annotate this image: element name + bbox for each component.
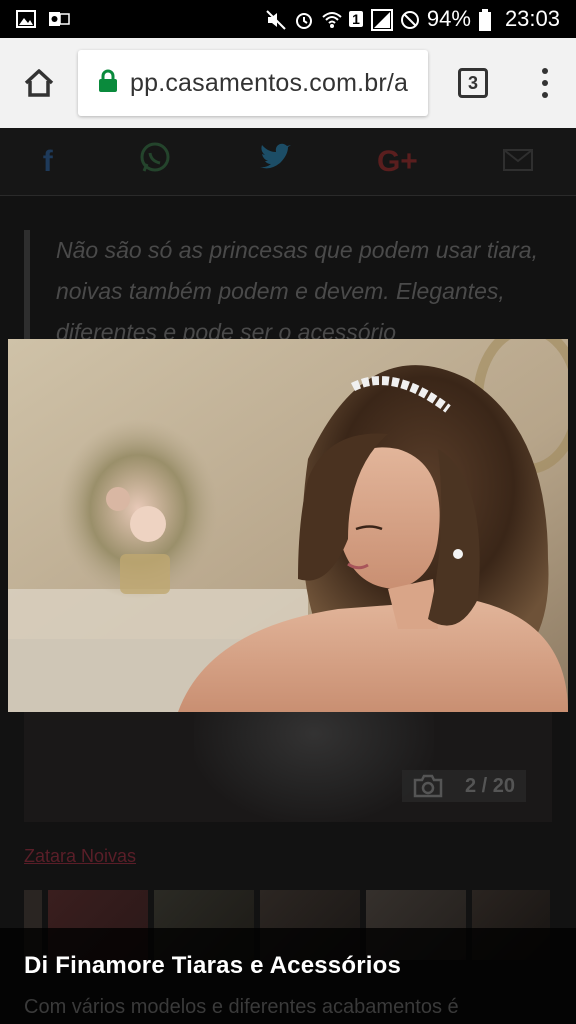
twitter-icon[interactable] [258,143,292,181]
googleplus-icon[interactable]: G+ [377,145,418,179]
menu-dot [542,92,548,98]
photo-shadow [194,696,434,822]
article-quote: Não são só as princesas que podem usar t… [24,230,554,353]
status-bar: 1 94% 23:03 [0,0,576,38]
email-icon[interactable] [503,145,534,179]
tab-switcher-button[interactable]: 3 [458,68,488,98]
camera-icon [413,774,443,798]
gallery-notification-icon [16,9,36,29]
sim-icon: 1 [349,11,363,27]
battery-icon [478,9,491,31]
caption-title: Di Finamore Tiaras e Acessórios [24,952,402,979]
overflow-menu-button[interactable] [540,68,550,98]
address-bar[interactable]: pp.casamentos.com.br/a [78,50,428,116]
caption-text: Com vários modelos e diferentes acabamen… [24,996,459,1018]
photo-counter-text: 2 / 20 [464,774,515,797]
lightbox-photo[interactable] [8,339,568,712]
browser-toolbar: pp.casamentos.com.br/a 3 [0,38,576,128]
alarm-icon [293,9,313,29]
facebook-icon[interactable]: f [43,145,53,179]
bride-photo [8,339,568,712]
outlook-notification-icon [48,9,70,29]
share-bar: f G+ [0,128,576,196]
home-icon [24,69,54,97]
whatsapp-icon[interactable] [138,141,172,183]
wifi-icon [321,9,342,29]
no-data-icon [399,9,419,29]
menu-dot [542,80,548,86]
clock: 23:03 [504,6,560,31]
battery-level: 94% [426,6,471,31]
photo-counter: 2 / 20 [402,770,526,802]
mute-icon [265,9,286,30]
author-link[interactable]: Zatara Noivas [24,846,136,867]
lightbox-caption: Di Finamore Tiaras e Acessórios Com vári… [0,928,576,1024]
lock-icon [98,69,118,98]
menu-dot [542,68,548,74]
url-text: pp.casamentos.com.br/a [130,68,409,97]
home-button[interactable] [0,38,78,128]
signal-icon [370,9,393,31]
